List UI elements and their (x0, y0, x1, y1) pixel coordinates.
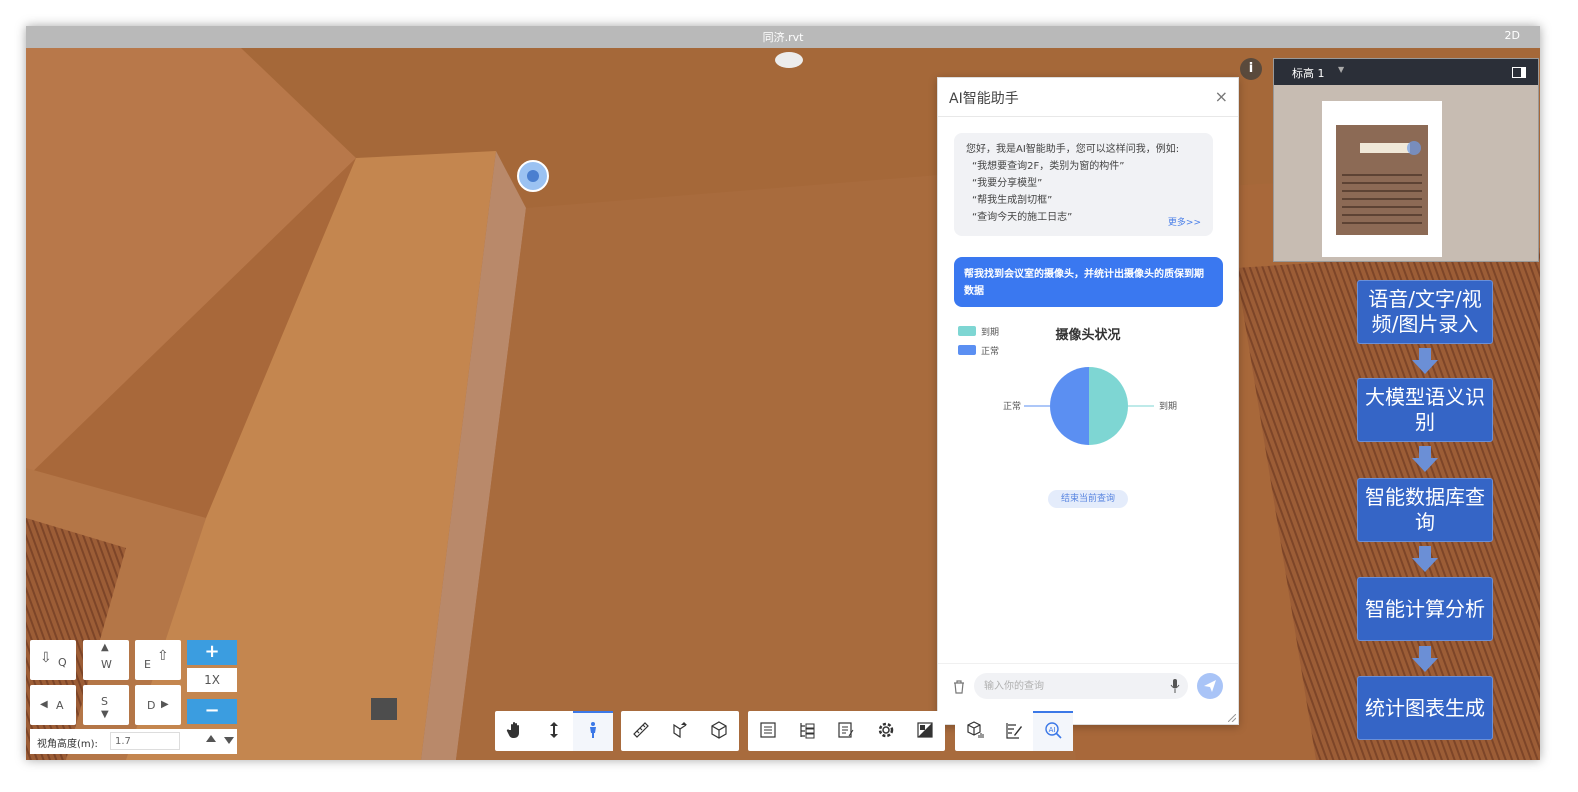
arrow-left-icon: ◀ (40, 699, 48, 710)
view-height-input[interactable] (110, 732, 180, 750)
view-height-label: 视角高度(m): (37, 739, 98, 750)
legend-label-expired: 到期 (981, 326, 999, 338)
view-mode-toggle[interactable]: 2D (1505, 29, 1520, 42)
move-back-key-s[interactable]: S ▼ (83, 685, 129, 725)
section-tool-icon[interactable] (660, 711, 700, 751)
example-query[interactable]: “帮我生成剖切框” (966, 192, 1213, 209)
sign-edit-icon[interactable] (994, 711, 1034, 751)
pan-hand-icon[interactable] (495, 711, 535, 751)
move-forward-key-w[interactable]: ▲ W (83, 640, 129, 680)
flow-step-chart: 统计图表生成 (1357, 676, 1493, 740)
contrast-toggle-icon[interactable] (905, 711, 945, 751)
measure-toolbar-group (621, 711, 739, 751)
key-label: D (147, 699, 156, 712)
flow-step-semantic: 大模型语义识别 (1357, 378, 1493, 442)
app-window: 同济.rvt 2D i AI智能助手 × 您好，我是AI智能助手，您可以这样问我… (26, 26, 1540, 760)
zoom-out-button[interactable]: − (187, 699, 237, 724)
ceiling-light (775, 52, 803, 68)
model-cube-icon[interactable] (699, 711, 739, 751)
measure-ruler-icon[interactable] (621, 711, 661, 751)
microphone-icon[interactable] (1170, 679, 1180, 693)
move-right-key-d[interactable]: D ▶ (135, 685, 181, 725)
zoom-in-button[interactable]: + (187, 640, 237, 665)
arrow-right-icon: ▶ (161, 699, 169, 710)
navigation-toolbar-group (495, 711, 613, 751)
notes-list-icon[interactable] (826, 711, 866, 751)
arrow-down-icon: ▼ (101, 709, 109, 720)
chart-title: 摄像头状况 (1055, 327, 1120, 343)
user-message: 帮我找到会议室的摄像头，并统计出摄像头的质保到期数据 (954, 257, 1223, 307)
pie-chart: 到期 正常 摄像头状况 到期 正常 (958, 326, 1177, 445)
pie-slice-1[interactable] (1050, 367, 1089, 445)
panel-toggle-icon[interactable] (1512, 67, 1526, 78)
ai-panel-title: AI智能助手 (949, 91, 1019, 107)
pie-slice-0[interactable] (1089, 367, 1128, 445)
arrow-up-icon: ⇧ (157, 648, 169, 664)
decrease-height-icon[interactable] (224, 737, 234, 744)
send-button[interactable] (1197, 673, 1223, 699)
data-toolbar-group (748, 711, 945, 751)
model-stats-icon[interactable] (955, 711, 995, 751)
flow-step-database: 智能数据库查询 (1357, 478, 1493, 542)
minimap-panel: 标高 1 ▼ (1273, 58, 1539, 262)
properties-list-icon[interactable] (748, 711, 788, 751)
view-height-control: 视角高度(m): (30, 729, 237, 754)
pie-slices (1050, 367, 1128, 445)
move-down-key-q[interactable]: ⇩ Q (30, 640, 76, 680)
ai-panel-header: AI智能助手 × (938, 78, 1238, 117)
ai-assistant-panel: AI智能助手 × 您好，我是AI智能助手，您可以这样问我，例如: “我想要查询2… (937, 77, 1239, 725)
intro-message: 您好，我是AI智能助手，您可以这样问我，例如: “我想要查询2F，类别为窗的构件… (954, 133, 1213, 236)
move-up-key-e[interactable]: E ⇧ (135, 640, 181, 680)
key-label: A (56, 699, 64, 712)
minimap-header: 标高 1 ▼ (1274, 59, 1538, 85)
floor-plan-map[interactable] (1274, 85, 1538, 261)
key-label: S (101, 695, 108, 708)
arrow-down-icon (1412, 646, 1438, 672)
title-bar: 同济.rvt 2D (26, 26, 1540, 48)
chevron-down-icon[interactable]: ▼ (1338, 65, 1344, 74)
increase-height-icon[interactable] (206, 735, 216, 742)
camera-marker-icon[interactable] (517, 160, 549, 192)
window-title: 同济.rvt (762, 31, 804, 44)
legend-swatch-normal (958, 345, 976, 355)
intro-line: 您好，我是AI智能助手，您可以这样问我，例如: (966, 144, 1180, 155)
key-label: W (101, 658, 112, 671)
flow-step-analysis: 智能计算分析 (1357, 577, 1493, 641)
info-button[interactable]: i (1240, 58, 1262, 80)
arrow-down-icon: ⇩ (40, 650, 52, 666)
ai-toolbar-group: AI (955, 711, 1073, 751)
key-label: E (144, 658, 151, 671)
key-label: Q (58, 656, 67, 669)
slice-label-normal: 正常 (1003, 400, 1021, 412)
svg-text:AI: AI (1049, 726, 1056, 734)
example-query[interactable]: “我想要查询2F，类别为窗的构件” (966, 158, 1213, 175)
example-query[interactable]: “我要分享模型” (966, 175, 1213, 192)
walk-person-icon[interactable] (573, 711, 613, 751)
vertical-move-icon[interactable] (534, 711, 574, 751)
end-query-button[interactable]: 结束当前查询 (1048, 490, 1128, 508)
move-left-key-a[interactable]: ◀ A (30, 685, 76, 725)
flow-step-input: 语音/文字/视频/图片录入 (1357, 280, 1493, 344)
close-icon[interactable]: × (1215, 87, 1228, 106)
structure-tree-icon[interactable] (787, 711, 827, 751)
slice-label-expired: 到期 (1159, 400, 1177, 412)
floor-socket (371, 698, 397, 720)
arrow-up-icon: ▲ (101, 642, 109, 653)
arrow-down-icon (1412, 546, 1438, 572)
ai-search-icon[interactable]: AI (1033, 711, 1073, 751)
more-link[interactable]: 更多>> (1168, 215, 1201, 232)
speed-level: 1X (187, 668, 237, 692)
trash-icon[interactable] (952, 680, 966, 694)
level-selector[interactable]: 标高 1 (1292, 65, 1325, 81)
settings-gear-icon[interactable] (866, 711, 906, 751)
resize-handle-icon[interactable] (1228, 714, 1236, 722)
query-input[interactable] (974, 673, 1188, 699)
arrow-down-icon (1412, 348, 1438, 374)
legend-label-normal: 正常 (981, 345, 999, 357)
arrow-down-icon (1412, 446, 1438, 472)
legend-swatch-expired (958, 326, 976, 336)
